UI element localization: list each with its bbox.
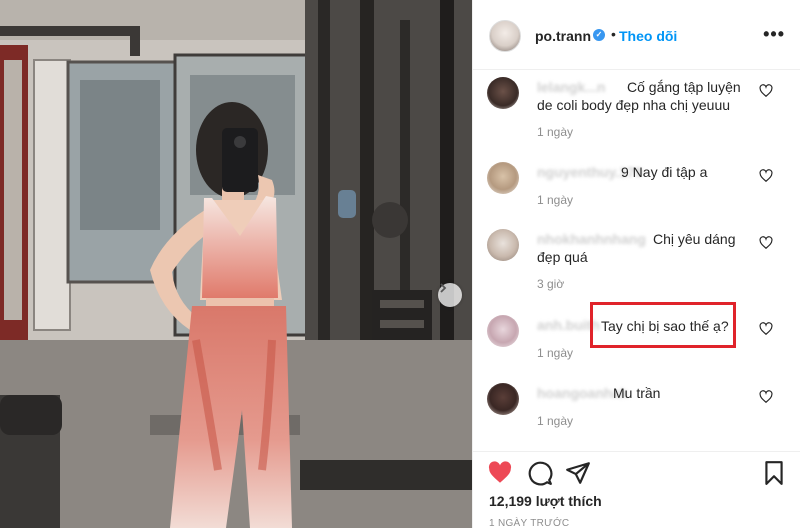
- comment-text: 9 Nay đi tập a: [621, 164, 708, 180]
- gym-mirror-selfie-image: [0, 0, 472, 528]
- comment-time[interactable]: 1 ngày: [537, 414, 573, 428]
- verified-badge-icon: ✓: [593, 29, 605, 41]
- comment-icon[interactable]: [527, 460, 553, 486]
- author-avatar[interactable]: [489, 20, 521, 52]
- post-actions: 12,199 lượt thích 1 NGÀY TRƯỚC: [473, 451, 800, 528]
- post-sidebar: po.trann ✓ • Theo dõi ••• lelangk...n Cố…: [472, 0, 800, 528]
- chevron-right-icon: [440, 283, 447, 293]
- post-header: po.trann ✓ • Theo dõi •••: [473, 0, 800, 70]
- heart-outline-icon[interactable]: [759, 84, 773, 98]
- commenter-avatar[interactable]: [487, 383, 519, 415]
- separator-dot: •: [611, 26, 616, 42]
- commenter-avatar[interactable]: [487, 162, 519, 194]
- bookmark-icon[interactable]: [761, 460, 787, 486]
- commenter-avatar[interactable]: [487, 229, 519, 261]
- comment-text: Cố gắng tập luyện: [627, 79, 741, 95]
- heart-outline-icon[interactable]: [759, 322, 773, 336]
- author-username[interactable]: po.trann: [535, 28, 591, 44]
- highlight-box: [590, 302, 736, 348]
- heart-outline-icon[interactable]: [759, 236, 773, 250]
- comment-text: Mu trần: [613, 385, 661, 401]
- commenter-avatar[interactable]: [487, 315, 519, 347]
- comment-time[interactable]: 1 ngày: [537, 125, 573, 139]
- carousel-next-button[interactable]: [438, 283, 462, 307]
- comment-text: đẹp quá: [537, 249, 588, 265]
- more-options-icon[interactable]: •••: [763, 24, 785, 45]
- heart-filled-icon[interactable]: [487, 460, 513, 486]
- commenter-username[interactable]: lelangk...n: [537, 79, 605, 95]
- likes-count[interactable]: 12,199 lượt thích: [489, 493, 602, 509]
- share-icon[interactable]: [565, 460, 591, 486]
- post-age[interactable]: 1 NGÀY TRƯỚC: [489, 518, 569, 528]
- follow-button[interactable]: Theo dõi: [619, 28, 677, 44]
- comment-text: de coli body đẹp nha chị yeuuu: [537, 97, 731, 113]
- comment-text: Chị yêu dáng: [653, 231, 736, 247]
- commenter-username[interactable]: nhokhanhnhang: [537, 231, 646, 247]
- comment-time[interactable]: 1 ngày: [537, 193, 573, 207]
- comment-time[interactable]: 3 giờ: [537, 277, 564, 291]
- post-photo[interactable]: [0, 0, 472, 528]
- commenter-avatar[interactable]: [487, 77, 519, 109]
- comments-list[interactable]: lelangk...n Cố gắng tập luyện de coli bo…: [473, 71, 800, 451]
- heart-outline-icon[interactable]: [759, 390, 773, 404]
- comment-time[interactable]: 1 ngày: [537, 346, 573, 360]
- heart-outline-icon[interactable]: [759, 169, 773, 183]
